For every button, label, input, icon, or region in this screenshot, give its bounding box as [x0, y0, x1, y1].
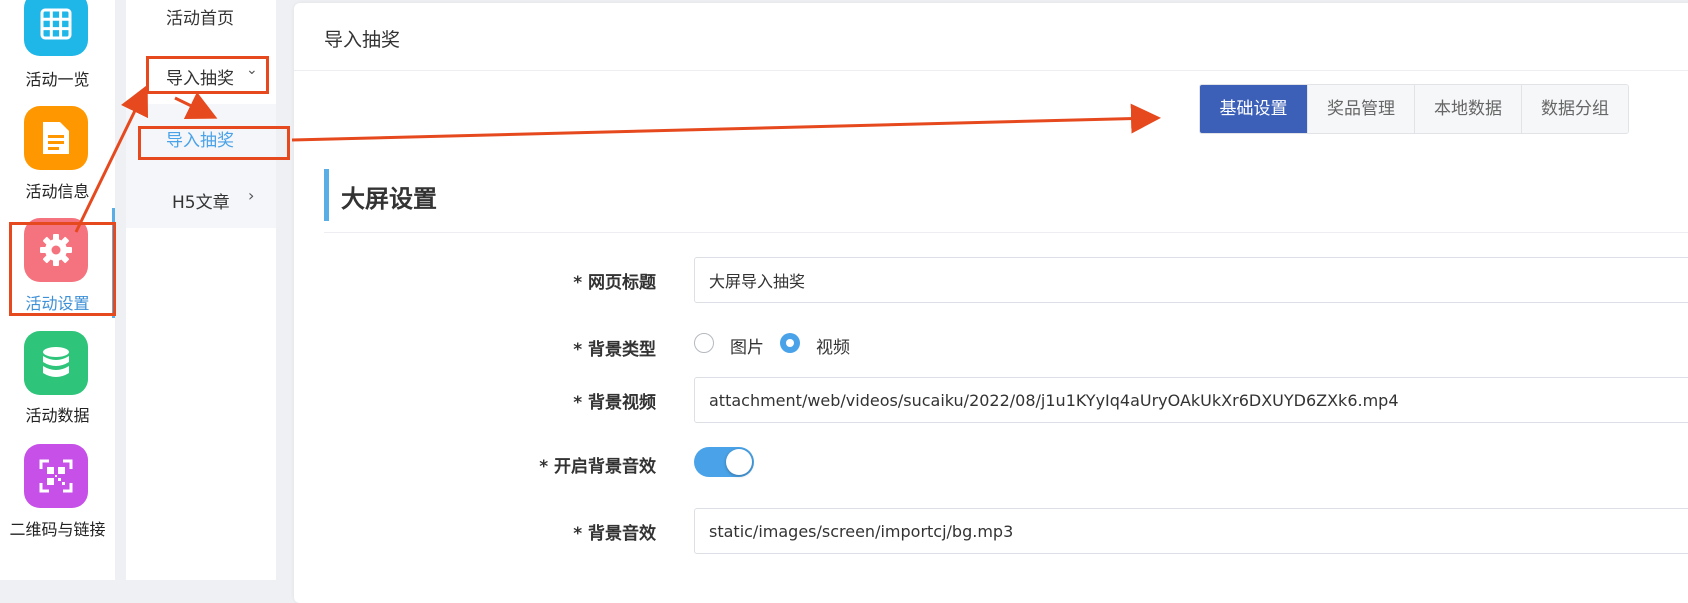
chevron-right-icon: › [248, 186, 255, 205]
bg-type-label: * 背景类型 [573, 340, 656, 360]
bg-sound-input[interactable] [694, 508, 1688, 554]
submenu-label: 导入抽奖 [166, 131, 234, 151]
submenu-item-import-lottery-child[interactable]: 导入抽奖 [126, 124, 276, 154]
radio-bg-image[interactable] [694, 333, 714, 353]
rail-label: 二维码与链接 [9, 520, 106, 539]
icon-rail: 活动一览 活动信息 活动设置 活动数据 二维码与链接 [0, 0, 115, 580]
submenu-label: 活动首页 [166, 9, 234, 29]
page-title-label: * 网页标题 [573, 273, 656, 293]
bg-sound-toggle[interactable] [694, 447, 754, 477]
submenu-item-import-lottery[interactable]: 导入抽奖 ⌄ [126, 62, 276, 92]
bg-sound-toggle-label: * 开启背景音效 [539, 457, 656, 477]
radio-label-image: 图片 [730, 338, 764, 358]
database-icon [24, 331, 88, 395]
rail-label: 活动设置 [25, 294, 90, 313]
toggle-knob [726, 449, 752, 475]
rail-label: 活动数据 [25, 406, 90, 425]
submenu-label: H5文章 [172, 193, 230, 213]
form-label-column: * 网页标题 * 背景类型 * 背景视频 * 开启背景音效 * 背景音效 [294, 3, 656, 603]
tab-prize-management[interactable]: 奖品管理 [1307, 85, 1414, 133]
gear-icon [24, 218, 88, 282]
document-icon [24, 106, 88, 170]
radio-label-video: 视频 [816, 338, 850, 358]
bg-video-input[interactable] [694, 377, 1688, 423]
submenu-label: 导入抽奖 [166, 69, 234, 89]
rail-active-indicator [112, 208, 115, 318]
submenu-item-home[interactable]: 活动首页 [126, 2, 276, 32]
rail-label: 活动信息 [25, 182, 90, 201]
chevron-down-icon: ⌄ [246, 62, 258, 78]
qrcode-icon [24, 444, 88, 508]
submenu: 活动首页 导入抽奖 ⌄ 导入抽奖 H5文章 › [126, 0, 276, 580]
grid-icon [24, 0, 88, 56]
bg-sound-label: * 背景音效 [573, 524, 656, 544]
tab-local-data[interactable]: 本地数据 [1414, 85, 1521, 133]
rail-label: 活动一览 [25, 70, 90, 89]
tab-basic-settings[interactable]: 基础设置 [1200, 85, 1307, 133]
page-title-input[interactable] [694, 257, 1688, 303]
main-panel: 导入抽奖 基础设置 奖品管理 本地数据 数据分组 大屏设置 * 网页标题 * 背… [294, 3, 1688, 603]
radio-bg-video[interactable] [780, 333, 800, 353]
tab-bar: 基础设置 奖品管理 本地数据 数据分组 [1199, 84, 1629, 134]
bg-video-label: * 背景视频 [573, 393, 656, 413]
tab-data-groups[interactable]: 数据分组 [1521, 85, 1628, 133]
submenu-item-h5-article[interactable]: H5文章 › [126, 186, 276, 216]
